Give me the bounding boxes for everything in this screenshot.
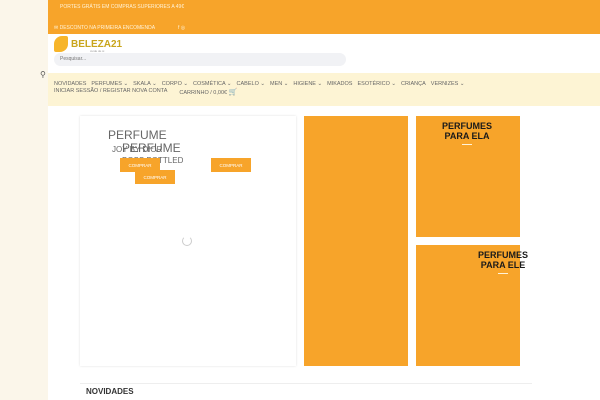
divider [498,273,508,274]
slide-title: PERFUME [108,128,167,142]
tile-label: PERFUMES PARA ELE [477,250,528,270]
shipping-notice: PORTES GRÁTIS EM COMPRAS SUPERIORES A 49… [60,4,185,10]
loading-spinner-icon [182,236,192,246]
page: PORTES GRÁTIS EM COMPRAS SUPERIORES A 49… [48,0,600,400]
search-input[interactable] [54,53,346,66]
nav-crianca[interactable]: CRIANÇA [401,81,426,87]
tile-perfumes-ele[interactable]: PERFUMES PARA ELE [416,245,528,366]
nav-men[interactable]: MEN ⌄ [270,81,288,87]
discount-text: DESCONTO NA PRIMEIRA ENCOMENDA [59,25,156,31]
nav-higiene[interactable]: HIGIENE ⌄ [293,81,322,87]
search-icon[interactable]: ⚲ [40,70,46,79]
product-slider: PERFUME JOY BY DIOR PERFUME BOSS BOTTLED… [80,116,296,366]
nav-cabelo[interactable]: CABELO ⌄ [237,81,265,87]
butterfly-logo-icon [54,36,68,52]
divider [462,144,472,145]
logo-name: BELEZA21 [71,38,123,50]
nav-esoterico[interactable]: ESOTÉRICO ⌄ [357,81,396,87]
slide-title: PERFUME [122,141,181,155]
promo-tile[interactable] [304,116,408,366]
discount-link[interactable]: ✉ DESCONTO NA PRIMEIRA ENCOMENDA [54,25,155,31]
cart-icon: 🛒 [228,89,238,96]
cart-label: CARRINHO / 0,00€ [179,90,228,96]
tile-perfumes-ela[interactable]: PERFUMES PARA ELA [416,116,520,237]
nav-cosmetica[interactable]: COSMÉTICA ⌄ [193,81,232,87]
buy-button[interactable]: COMPRAR [211,158,251,172]
login-link[interactable]: INICIAR SESSÃO / REGISTAR NOVA CONTA [54,88,167,96]
nav-skala[interactable]: SKALA ⌄ [133,81,157,87]
social-icons[interactable]: f ◎ [178,25,185,31]
tile-label: PERFUMES PARA ELA [441,121,492,141]
nav-novidades[interactable]: NOVIDADES [54,81,86,87]
logo[interactable]: BELEZA21 cuide de si [54,36,123,53]
top-bar: PORTES GRÁTIS EM COMPRAS SUPERIORES A 49… [48,0,600,34]
nav-vernizes[interactable]: VERNIZES ⌄ [431,81,465,87]
main-nav: NOVIDADES PERFUMES ⌄ SKALA ⌄ CORPO ⌄ COS… [48,73,600,106]
cart-link[interactable]: CARRINHO / 0,00€ 🛒 [179,88,237,96]
nav-perfumes[interactable]: PERFUMES ⌄ [91,81,128,87]
section-title: NOVIDADES [80,383,532,399]
nav-mikados[interactable]: MIKADOS [327,81,352,87]
nav-corpo[interactable]: CORPO ⌄ [162,81,188,87]
buy-button[interactable]: COMPRAR [135,170,175,184]
